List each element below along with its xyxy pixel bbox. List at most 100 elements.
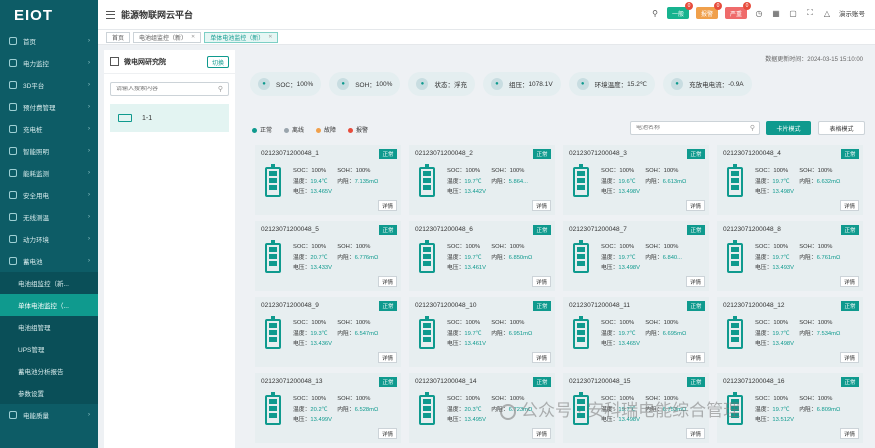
battery-icon xyxy=(573,316,589,349)
fullscreen-icon[interactable]: ⛶ xyxy=(805,8,815,18)
detail-button[interactable]: 详情 xyxy=(840,352,859,363)
detail-button[interactable]: 详情 xyxy=(686,352,705,363)
card-mode-button[interactable]: 卡片模式 xyxy=(766,121,811,135)
cell-card[interactable]: 02123071200048_4 正常 SOC：100% SOH：100% 温度：19.… xyxy=(717,145,863,215)
alarm-warning-pill[interactable]: 报警 0 xyxy=(696,2,722,19)
cell-card[interactable]: 02123071200048_7 正常 SOC：100% SOH：100% 温度：19.… xyxy=(563,221,709,291)
cell-card[interactable]: 02123071200048_13 正常 SOC：100% SOH：100% 温度：20… xyxy=(255,373,401,443)
detail-button[interactable]: 详情 xyxy=(378,200,397,211)
detail-button[interactable]: 详情 xyxy=(686,200,705,211)
battery-icon xyxy=(118,114,132,122)
voltage-label: 电压： xyxy=(293,189,311,195)
soh-value: 100% xyxy=(509,244,525,250)
detail-button[interactable]: 详情 xyxy=(532,276,551,287)
voltage-label: 电压： xyxy=(601,189,619,195)
detail-button[interactable]: 详情 xyxy=(378,352,397,363)
search-icon[interactable]: ⚲ xyxy=(750,124,755,132)
sidebar-item[interactable]: 3D平台 › xyxy=(0,74,98,96)
voltage-value: 13.436V xyxy=(310,341,333,347)
voltage-label: 电压： xyxy=(447,417,465,423)
detail-button[interactable]: 详情 xyxy=(378,428,397,439)
detail-button[interactable]: 详情 xyxy=(532,352,551,363)
detail-button[interactable]: 详情 xyxy=(378,276,397,287)
voltage-value: 13.498V xyxy=(618,189,641,195)
detail-button[interactable]: 详情 xyxy=(840,428,859,439)
shirt-icon[interactable]: △ xyxy=(822,8,832,18)
search-icon[interactable]: ⚲ xyxy=(218,85,223,93)
tab-group-monitor[interactable]: 电池组监控（新） ✕ xyxy=(133,31,202,43)
sidebar-item[interactable]: 智能照明 › xyxy=(0,140,98,162)
resistance-label: 内阻： xyxy=(491,330,509,337)
voltage-label: 电压： xyxy=(601,341,619,347)
sidebar-item[interactable]: 单体电池监控（... xyxy=(0,294,98,316)
sidebar-item[interactable]: 电池组监控（新... xyxy=(0,272,98,294)
cell-card[interactable]: 02123071200048_10 正常 SOC：100% SOH：100% 温度：19… xyxy=(409,297,555,367)
cell-card[interactable]: 02123071200048_3 正常 SOC：100% SOH：100% 温度：19.… xyxy=(563,145,709,215)
tree-item-battery-group[interactable]: 1-1 xyxy=(110,104,229,132)
detail-button[interactable]: 详情 xyxy=(532,428,551,439)
close-icon[interactable]: ✕ xyxy=(191,34,195,40)
cell-card[interactable]: 02123071200048_6 正常 SOC：100% SOH：100% 温度：19.… xyxy=(409,221,555,291)
chevron-right-icon: › xyxy=(88,412,90,418)
sidebar-item[interactable]: 蓄电池 › xyxy=(0,250,98,272)
cell-card[interactable]: 02123071200048_1 正常 SOC：100% SOH：100% 温度：19.… xyxy=(255,145,401,215)
clock-icon[interactable]: ◷ xyxy=(754,8,764,18)
tab-home[interactable]: 首页 xyxy=(106,31,131,43)
detail-button[interactable]: 详情 xyxy=(686,276,705,287)
sidebar-item[interactable]: 电能质量 › xyxy=(0,404,98,426)
alarm-severe-pill[interactable]: 严重 0 xyxy=(725,2,751,19)
voltage-value: 13.495V xyxy=(464,417,487,423)
legend-label: 故障 xyxy=(324,128,337,134)
kpi-value: -0.9A xyxy=(728,80,744,88)
user-name[interactable]: 演示账号 xyxy=(839,8,865,18)
sidebar-item[interactable]: 电池组管理 xyxy=(0,316,98,338)
resistance-value: 6.632mΩ xyxy=(816,178,841,185)
tree-search-input[interactable] xyxy=(116,86,216,92)
temp-label: 温度： xyxy=(755,406,773,413)
sidebar-item[interactable]: 预付费管理 › xyxy=(0,96,98,118)
sidebar-item[interactable]: 动力环境 › xyxy=(0,228,98,250)
sidebar-item[interactable]: 能耗监测 › xyxy=(0,162,98,184)
cell-search-input[interactable] xyxy=(636,125,736,131)
voltage-value: 13.433V xyxy=(310,265,333,271)
tabs-bar: 首页 电池组监控（新） ✕ 单体电池监控（新） ✕ xyxy=(98,30,875,45)
cell-card[interactable]: 02123071200048_9 正常 SOC：100% SOH：100% 温度：19.… xyxy=(255,297,401,367)
switch-org-button[interactable]: 切换 xyxy=(207,56,229,68)
detail-button[interactable]: 详情 xyxy=(840,200,859,211)
sidebar-item-label: 能耗监测 xyxy=(23,171,49,178)
sidebar-item[interactable]: 蓄电池分析报告 xyxy=(0,360,98,382)
sidebar-item[interactable]: UPS管理 xyxy=(0,338,98,360)
qrcode-icon[interactable]: ▦ xyxy=(771,8,781,18)
alarm-general-pill[interactable]: 一般 0 xyxy=(667,2,693,19)
sidebar-item[interactable]: 首页 › xyxy=(0,30,98,52)
sidebar-item[interactable]: 电力监控 › xyxy=(0,52,98,74)
soc-value: 100% xyxy=(619,244,635,250)
search-icon[interactable]: ⚲ xyxy=(650,8,660,18)
detail-button[interactable]: 详情 xyxy=(840,276,859,287)
kpi-label: SOH： xyxy=(355,82,376,89)
status-badge: 正常 xyxy=(379,149,397,159)
cell-values: SOC：100% SOH：100% 温度：20.2℃ 内阻：6.528mΩ 电压：13.… xyxy=(293,394,393,426)
detail-button[interactable]: 详情 xyxy=(532,200,551,211)
battery-icon xyxy=(727,164,743,197)
tab-cell-monitor[interactable]: 单体电池监控（新） ✕ xyxy=(204,31,279,43)
sidebar-item[interactable]: 无线测温 › xyxy=(0,206,98,228)
cell-card[interactable]: 02123071200048_8 正常 SOC：100% SOH：100% 温度：19.… xyxy=(717,221,863,291)
cell-card[interactable]: 02123071200048_12 正常 SOC：100% SOH：100% 温度：19… xyxy=(717,297,863,367)
close-icon[interactable]: ✕ xyxy=(268,34,272,40)
detail-button[interactable]: 详情 xyxy=(686,428,705,439)
soh-label: SOH： xyxy=(337,168,356,174)
screen-icon[interactable]: ▢ xyxy=(788,8,798,18)
soh-label: SOH： xyxy=(337,396,356,402)
sidebar-item[interactable]: 参数设置 xyxy=(0,382,98,404)
sidebar-item[interactable]: 安全用电 › xyxy=(0,184,98,206)
sidebar-item[interactable]: 充电桩 › xyxy=(0,118,98,140)
soc-label: SOC： xyxy=(601,320,620,326)
temp-value: 19.7℃ xyxy=(772,178,790,185)
menu-toggle-icon[interactable] xyxy=(106,10,115,19)
soh-value: 100% xyxy=(663,244,679,250)
cell-card[interactable]: 02123071200048_11 正常 SOC：100% SOH：100% 温度：19… xyxy=(563,297,709,367)
table-mode-button[interactable]: 表格模式 xyxy=(818,121,865,135)
cell-card[interactable]: 02123071200048_5 正常 SOC：100% SOH：100% 温度：20.… xyxy=(255,221,401,291)
cell-card[interactable]: 02123071200048_2 正常 SOC：100% SOH：100% 温度：19.… xyxy=(409,145,555,215)
